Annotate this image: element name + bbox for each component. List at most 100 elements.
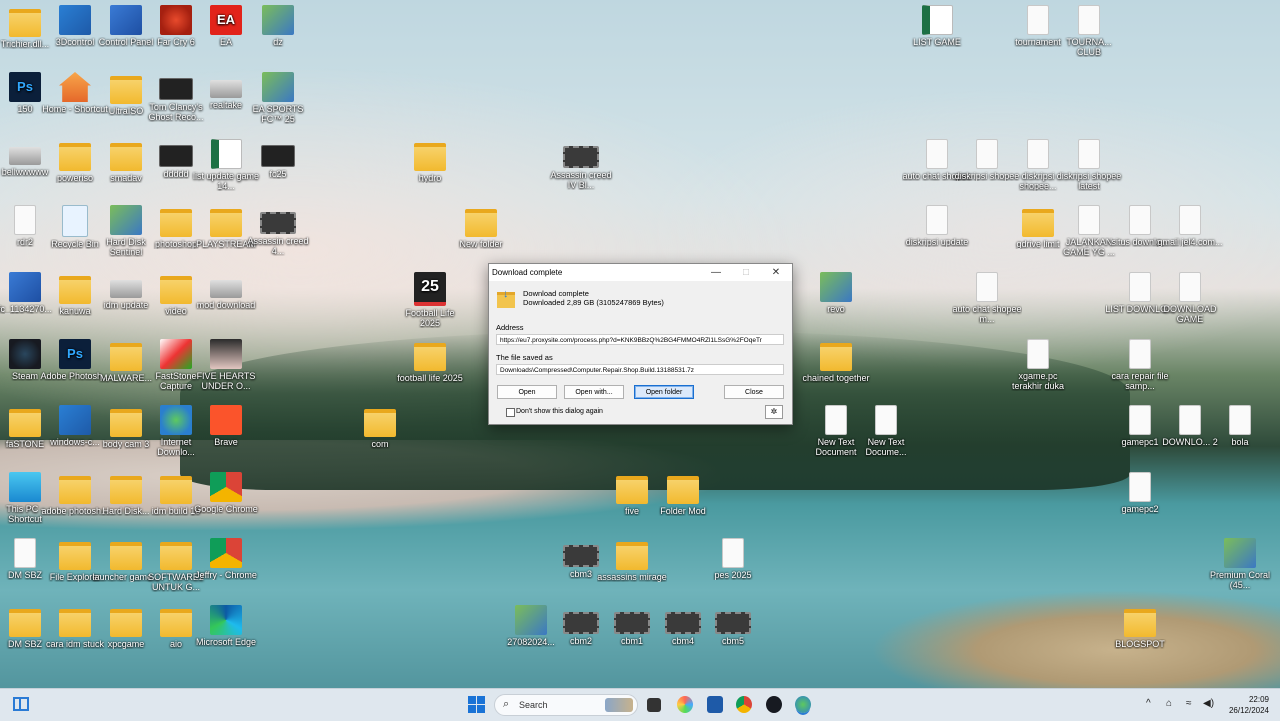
dialog-titlebar[interactable]: Download complete — □ ✕ [489,264,792,281]
desktop-icon-five-hearts-under-o[interactable]: FIVE HEARTS UNDER O... [191,339,261,391]
five-hearts-under-o-icon [210,339,242,369]
desktop-icon-blogspot[interactable]: BLOGSPOT [1105,605,1175,649]
gamepc2-icon [1129,472,1151,502]
desktop-icon-label: pes 2025 [714,570,752,580]
wifi-icon[interactable]: ≈ [1186,698,1192,709]
playstream-icon [210,209,242,237]
ea-icon: EA [210,5,242,35]
search-highlight-image [605,698,633,712]
ultraiso-icon [110,76,142,104]
desktop-icon-assassin-creed-iv-bl[interactable]: Assassin creed IV Bl... [546,139,616,190]
dont-show-label[interactable]: Don't show this dialog again [516,408,603,415]
desktop-icon-new-folder[interactable]: New folder [446,205,516,249]
desktop-icon-pes-2025[interactable]: pes 2025 [698,538,768,580]
microsoft-store-icon[interactable] [707,696,723,713]
recycle-bin-icon [62,205,88,237]
tray-chevron-icon[interactable]: ^ [1146,698,1151,709]
desktop-icon-revo[interactable]: revo [801,272,871,314]
desktop-icon-football-life-2025[interactable]: 25 Football Life 2025 [395,272,465,328]
desktop-icon-label: diskripsi shopee latest [1056,171,1122,191]
desktop-icon-mod-download[interactable]: mod download [191,272,261,310]
minimize-button[interactable]: — [701,264,731,281]
close-window-button[interactable]: ✕ [761,264,791,281]
desktop-icon-cara-repair-file-samp[interactable]: cara repair file samp... [1105,339,1175,391]
copilot-icon[interactable] [677,696,693,713]
desktop-icon-jeffry-chrome[interactable]: Jeffry - Chrome [191,538,261,580]
dialog-title: Download complete [492,268,563,277]
smadav-icon [110,143,142,171]
search-box[interactable]: ⌕ Search [494,694,638,716]
cbm3-icon [563,545,599,567]
desktop-icon-diskripsi-shopee-latest[interactable]: diskripsi shopee latest [1054,139,1124,191]
volume-icon[interactable]: ◀) [1203,698,1214,709]
clock-date: 26/12/2024 [1228,706,1269,715]
windows-c-icon [59,405,91,435]
close-button[interactable]: Close [724,385,784,399]
open-with-button[interactable]: Open with... [564,385,624,399]
clock[interactable]: 22:09 26/12/2024 [1229,694,1269,716]
desktop-icon-folder-mod[interactable]: Folder Mod [648,472,718,516]
faststone-capture-icon [160,339,192,369]
open-folder-button[interactable]: Open folder [634,385,694,399]
desktop-icon-assassins-mirage[interactable]: assassins mirage [597,538,667,582]
widgets-icon[interactable] [13,697,29,711]
desktop-icon-tourna-club[interactable]: TOURNA... CLUB [1054,5,1124,57]
idm-taskbar-icon[interactable] [795,696,811,713]
desktop-icon-hydro[interactable]: hydro [395,139,465,183]
list-update-game-14-icon [210,139,242,169]
desktop-icon-label: LIST GAME [913,37,961,47]
desktop-icon-chained-together[interactable]: chained together [801,339,871,383]
desktop-icon-fc25[interactable]: fc25 [243,139,313,179]
chrome-taskbar-icon[interactable] [736,696,752,713]
desktop-icon-gamepc2[interactable]: gamepc2 [1105,472,1175,514]
desktop-icon-label: xgame.pc terakhir duka [1011,371,1065,391]
address-field[interactable]: https://eu7.proxysite.com/process.php?d=… [496,334,784,345]
wallpaper-grass [870,590,1280,690]
steam-taskbar-icon[interactable] [766,696,782,713]
desktop-icon-new-text-docume[interactable]: New Text Docume... [851,405,921,457]
desktop-icon-ea-sports-fc-25[interactable]: EA SPORTS FC™ 25 [243,72,313,124]
diskripsi-update-icon [926,205,948,235]
idm-update-icon [110,280,142,298]
saved-path-field[interactable]: Downloads\Compressed\Computer.Repair.Sho… [496,364,784,375]
dont-show-checkbox[interactable] [506,408,515,417]
desktop-icon-label: cbm5 [721,636,744,646]
desktop-icon-cbm5[interactable]: cbm5 [698,605,768,646]
pes-2025-icon [722,538,744,568]
desktop-icon-gmail-jel4-com[interactable]: gmail jel4.com... [1155,205,1225,247]
auto-chat-shopee-m-icon [976,272,998,302]
downlo-2-icon [1179,405,1201,435]
realtake-icon [210,80,242,98]
desktop-icon-microsoft-edge[interactable]: Microsoft Edge [191,605,261,647]
diskripsi-shopee-latest-icon [1078,139,1100,169]
premium-coral-45-icon [1224,538,1256,568]
desktop-icon-diskripsi-update[interactable]: diskripsi update [902,205,972,247]
poweriso-icon [59,143,91,171]
network-icon[interactable]: ⌂ [1166,698,1172,709]
idm-settings-icon[interactable]: ✲ [765,405,783,419]
desktop-icon-com[interactable]: com [345,405,415,449]
cara-repair-file-samp-icon [1129,339,1151,369]
desktop-icon-label: Premium Coral (45... [1209,570,1270,590]
desktop-icon-label: Folder Mod [660,506,706,516]
desktop-icon-dz[interactable]: dz [243,5,313,47]
desktop-icon-auto-chat-shopee-m[interactable]: auto chat shopee m... [952,272,1022,324]
desktop-icon-brave[interactable]: Brave [191,405,261,447]
desktop-icon-bola[interactable]: bola [1205,405,1275,447]
desktop-icon-premium-coral-45[interactable]: Premium Coral (45... [1205,538,1275,590]
desktop-icon-google-chrome[interactable]: Google Chrome [191,472,261,514]
xpcgame-icon [110,609,142,637]
start-button[interactable] [468,696,485,713]
task-view-icon[interactable] [647,698,661,712]
desktop-icon-football-life-2025[interactable]: football life 2025 [395,339,465,383]
open-button[interactable]: Open [497,385,557,399]
desktop-icon-label: auto chat shopee m... [952,304,1022,324]
desktop-icon-download-game[interactable]: DOWNLOAD GAME [1155,272,1225,324]
desktop-icon-list-game[interactable]: LIST GAME [902,5,972,47]
desktop-icon-xgame-pc-terakhir-duka[interactable]: xgame.pc terakhir duka [1003,339,1073,391]
desktop-icon-assassin-creed-4[interactable]: Assassin creed 4... [243,205,313,256]
dm-sbz-icon [14,538,36,568]
gamepc1-icon [1129,405,1151,435]
malware-icon [110,343,142,371]
aio-icon [160,609,192,637]
